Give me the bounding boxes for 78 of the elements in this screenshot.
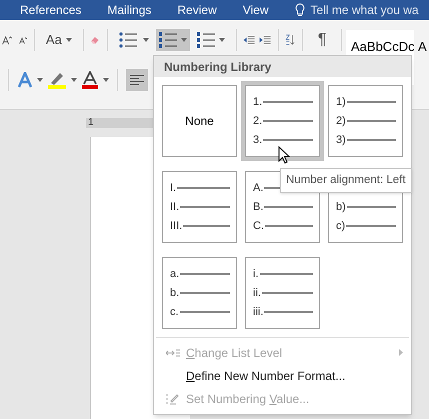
- text-line: [177, 187, 230, 189]
- option-label: None: [184, 113, 215, 130]
- show-formatting-icon[interactable]: ¶: [310, 28, 334, 52]
- ribbon-tab[interactable]: Review: [177, 1, 217, 19]
- list-marker: II.: [170, 200, 180, 215]
- caret-icon: [180, 38, 187, 42]
- highlighter-icon[interactable]: [47, 71, 67, 89]
- text-line: [264, 206, 313, 208]
- text-line: [180, 292, 230, 294]
- text-effects-icon[interactable]: [17, 72, 33, 88]
- numbering-option[interactable]: 1. 2. 3.: [241, 81, 324, 161]
- align-left-button[interactable]: [126, 69, 148, 91]
- text-line: [346, 101, 396, 103]
- list-marker: b.: [170, 286, 180, 301]
- grow-font-icon[interactable]: [2, 33, 12, 47]
- list-marker: c.: [170, 304, 179, 320]
- text-line: [265, 225, 313, 227]
- menu-item-label: Change List Level: [186, 344, 284, 362]
- caret-icon: [103, 78, 109, 82]
- text-line: [263, 139, 313, 141]
- text-line: [346, 225, 396, 227]
- list-marker: III.: [170, 218, 182, 234]
- lightbulb-icon: [294, 3, 305, 17]
- text-line: [346, 206, 396, 208]
- list-marker: a.: [170, 266, 180, 282]
- decrease-indent-icon[interactable]: [243, 33, 256, 47]
- text-line: [180, 206, 230, 208]
- caret-icon: [142, 38, 149, 42]
- list-marker: i.: [253, 266, 258, 282]
- menu-item[interactable]: Define New Number Format...: [154, 364, 411, 387]
- caret-icon: [218, 38, 225, 42]
- tooltip: Number alignment: Left: [280, 168, 412, 194]
- change-case-button[interactable]: Aa: [42, 30, 76, 50]
- list-marker: A.: [253, 180, 264, 196]
- text-line: [260, 273, 313, 275]
- ribbon-tab[interactable]: View: [242, 1, 269, 19]
- text-line: [183, 225, 230, 227]
- list-marker: c): [336, 218, 346, 234]
- list-marker: C.: [253, 218, 264, 234]
- menu-header: Numbering Library: [154, 56, 411, 77]
- align-left-icon: [130, 74, 144, 86]
- indent-arrows-icon: [166, 348, 180, 358]
- text-line: [346, 120, 396, 122]
- ribbon-tab[interactable]: References: [20, 1, 82, 19]
- ribbon-tab[interactable]: Mailings: [107, 1, 152, 19]
- menu-item-label: Set Numbering Value...: [186, 390, 310, 408]
- bullet-list-icon: [118, 32, 137, 48]
- text-line: [263, 101, 313, 103]
- style-gallery-item[interactable]: A: [418, 30, 427, 54]
- list-marker: 2): [336, 114, 346, 129]
- caret-icon: [66, 38, 72, 42]
- text-line: [180, 273, 230, 275]
- list-marker: ii.: [253, 286, 261, 301]
- menu-item-label: Define New Number Format...: [186, 368, 346, 384]
- list-marker: 3.: [253, 132, 262, 148]
- font-color-icon[interactable]: [81, 71, 99, 89]
- numbering-button[interactable]: [156, 29, 190, 51]
- list-marker: I.: [170, 180, 176, 196]
- tell-me-field[interactable]: Tell me what you wa: [310, 1, 419, 19]
- numbered-list-icon: [158, 32, 177, 48]
- numbered-list-icon: [196, 32, 215, 48]
- mouse-pointer-icon: [278, 146, 290, 164]
- text-line: [346, 139, 396, 141]
- caret-icon: [71, 78, 77, 82]
- text-line: [264, 311, 313, 313]
- caret-icon: [37, 78, 43, 82]
- text-line: [262, 292, 313, 294]
- list-marker: 1): [336, 94, 346, 110]
- list-marker: B.: [253, 200, 264, 215]
- list-marker: 2.: [253, 114, 262, 129]
- text-line: [263, 120, 313, 122]
- list-marker: 3): [336, 132, 346, 148]
- list-marker: b): [336, 200, 346, 215]
- list-marker: iii.: [253, 304, 264, 320]
- text-line: [180, 311, 230, 313]
- increase-indent-icon[interactable]: [258, 33, 271, 47]
- list-marker: 1.: [253, 94, 262, 110]
- numbered-pencil-icon: [166, 392, 180, 406]
